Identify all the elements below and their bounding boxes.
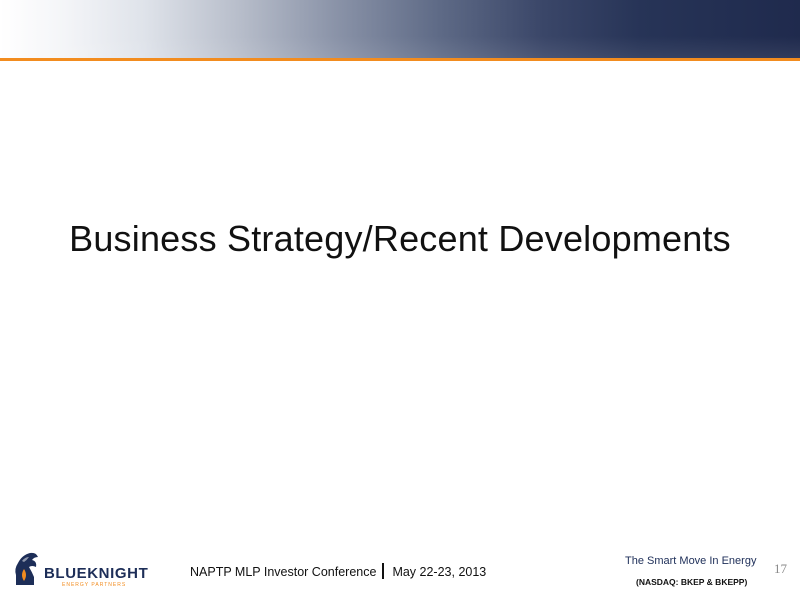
knight-chess-piece-icon (15, 552, 38, 585)
logo-subtitle: ENERGY PARTNERS (62, 582, 127, 588)
logo-wordmark: BLUEKNIGHT (44, 565, 149, 582)
conference-name: NAPTP MLP Investor Conference (190, 565, 377, 579)
conference-date: May 22-23, 2013 (392, 565, 487, 579)
footer-conference: NAPTP MLP Investor Conference May 22-23, … (190, 563, 486, 579)
footer-divider (382, 563, 385, 579)
blueknight-logo: BLUEKNIGHT ENERGY PARTNERS (10, 545, 150, 593)
page-number: 17 (774, 561, 787, 576)
slide-title: Business Strategy/Recent Developments (69, 218, 731, 259)
footer-ticker: (NASDAQ: BKEP & BKEPP) (636, 577, 748, 587)
header-gradient-band (0, 0, 800, 58)
header-orange-rule (0, 58, 800, 61)
footer-tagline: The Smart Move In Energy (625, 555, 757, 567)
